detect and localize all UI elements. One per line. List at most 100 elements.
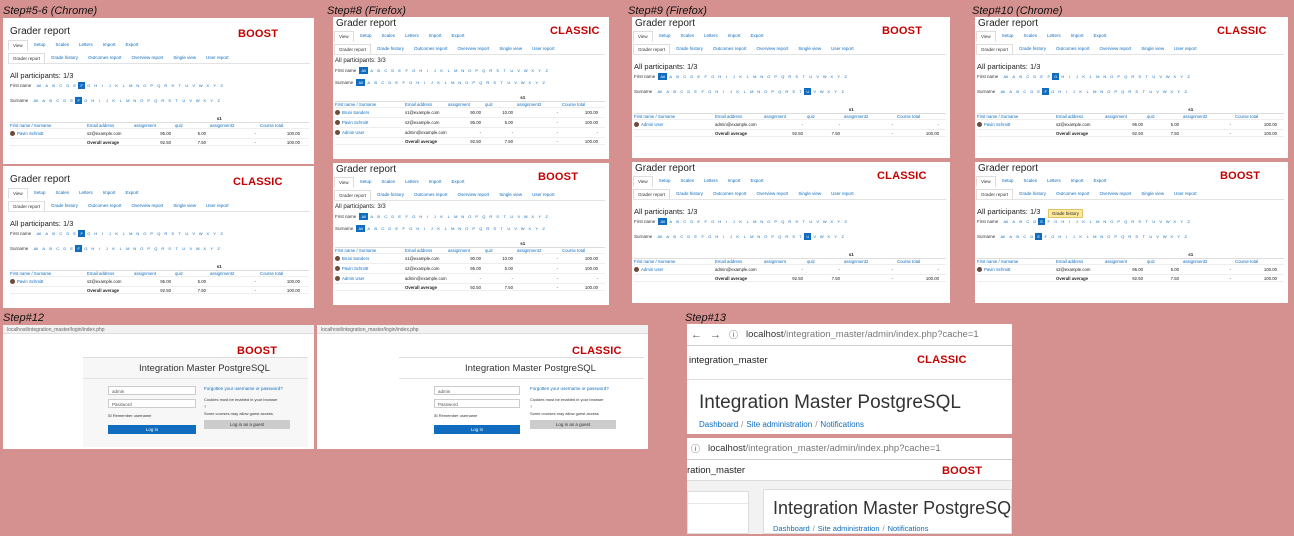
tab-grade-history[interactable]: Grade history xyxy=(1015,189,1050,199)
initial-s[interactable]: S xyxy=(494,213,501,220)
initial-o[interactable]: O xyxy=(1108,218,1115,225)
initial-s[interactable]: S xyxy=(494,67,501,74)
initial-p[interactable]: P xyxy=(148,230,155,237)
initial-c[interactable]: C xyxy=(382,67,389,74)
initial-all[interactable]: All xyxy=(31,97,40,104)
initial-b[interactable]: B xyxy=(671,233,678,240)
tab-grader-report[interactable]: Grader report xyxy=(976,44,1014,54)
tab-view[interactable]: View xyxy=(633,31,653,42)
column-header[interactable]: assignment xyxy=(134,271,175,276)
initial-h[interactable]: H xyxy=(1059,218,1066,225)
column-header[interactable]: quiz xyxy=(175,271,210,276)
initial-e[interactable]: E xyxy=(1038,73,1045,80)
column-header[interactable]: Course total xyxy=(897,259,943,264)
initial-z[interactable]: Z xyxy=(215,245,222,252)
initial-m[interactable]: M xyxy=(748,233,755,240)
initial-a[interactable]: A xyxy=(667,73,674,80)
initial-z[interactable]: Z xyxy=(1182,88,1189,95)
tab-setup[interactable]: Setup xyxy=(356,177,376,188)
initial-c[interactable]: C xyxy=(678,88,685,95)
initial-u[interactable]: U xyxy=(1147,233,1154,240)
initial-l[interactable]: L xyxy=(120,82,127,89)
tab-scales[interactable]: Scales xyxy=(51,188,73,199)
tab-view[interactable]: View xyxy=(976,31,996,42)
initial-j[interactable]: J xyxy=(428,225,435,232)
initial-p[interactable]: P xyxy=(769,88,776,95)
grade-cell[interactable]: 95.00 xyxy=(1105,122,1147,127)
initial-x[interactable]: X xyxy=(204,82,211,89)
student-name[interactable]: Admin User xyxy=(634,267,715,273)
initial-v[interactable]: V xyxy=(512,225,519,232)
tab-export[interactable]: Export xyxy=(1090,176,1111,187)
forgot-link[interactable]: Forgotten your username or password? xyxy=(530,386,609,391)
grade-cell[interactable]: 100.00 xyxy=(260,131,304,136)
column-header[interactable]: assignment xyxy=(1105,114,1147,119)
initial-i[interactable]: I xyxy=(421,225,428,232)
initial-q[interactable]: Q xyxy=(477,79,484,86)
grade-cell[interactable]: - xyxy=(562,130,602,135)
initial-a[interactable]: A xyxy=(368,67,375,74)
initial-x[interactable]: X xyxy=(526,79,533,86)
initial-p[interactable]: P xyxy=(769,233,776,240)
address-bar[interactable]: localhost/integration_master/admin/index… xyxy=(746,329,979,340)
breadcrumb-dashboard[interactable]: Dashboard xyxy=(773,524,810,533)
address-bar[interactable]: localhost/integration_master/admin/index… xyxy=(708,443,941,454)
initial-s[interactable]: S xyxy=(1133,233,1140,240)
column-header[interactable]: assignment2 xyxy=(517,102,562,107)
initial-t[interactable]: T xyxy=(800,73,807,80)
initial-n[interactable]: N xyxy=(459,67,466,74)
initial-a[interactable]: A xyxy=(43,82,50,89)
initial-j[interactable]: J xyxy=(431,67,438,74)
initial-f[interactable]: F xyxy=(75,245,83,252)
initial-x[interactable]: X xyxy=(529,67,536,74)
grade-cell[interactable]: - xyxy=(807,122,844,127)
tab-grader-report[interactable]: Grader report xyxy=(8,53,46,63)
grade-cell[interactable]: - xyxy=(517,120,562,125)
initial-q[interactable]: Q xyxy=(1122,73,1129,80)
initial-p[interactable]: P xyxy=(1112,233,1119,240)
tab-outcomes-report[interactable]: Outcomes report xyxy=(84,53,126,63)
initial-b[interactable]: B xyxy=(372,225,379,232)
initial-q[interactable]: Q xyxy=(776,88,783,95)
initial-d[interactable]: D xyxy=(64,230,71,237)
initial-y[interactable]: Y xyxy=(533,79,540,86)
initial-v[interactable]: V xyxy=(190,82,197,89)
initial-u[interactable]: U xyxy=(183,230,190,237)
grade-cell[interactable]: 100.00 xyxy=(562,256,602,261)
tab-import[interactable]: Import xyxy=(724,176,745,187)
initial-p[interactable]: P xyxy=(473,213,480,220)
tab-outcomes-report[interactable]: Outcomes report xyxy=(1052,189,1094,199)
initial-m[interactable]: M xyxy=(751,73,758,80)
initial-l[interactable]: L xyxy=(117,245,124,252)
initial-e[interactable]: E xyxy=(396,213,403,220)
initial-k[interactable]: K xyxy=(1077,233,1084,240)
initial-u[interactable]: U xyxy=(180,97,187,104)
initial-e[interactable]: E xyxy=(393,79,400,86)
column-header[interactable]: assignment xyxy=(764,259,807,264)
initial-a[interactable]: A xyxy=(664,88,671,95)
initial-v[interactable]: V xyxy=(1157,73,1164,80)
column-header[interactable]: assignment2 xyxy=(844,259,897,264)
tab-grader-report[interactable]: Grader report xyxy=(633,44,671,54)
initial-p[interactable]: P xyxy=(1115,218,1122,225)
initial-s[interactable]: S xyxy=(790,233,797,240)
initial-p[interactable]: P xyxy=(1115,73,1122,80)
initial-i[interactable]: I xyxy=(99,230,106,237)
initial-x[interactable]: X xyxy=(1168,233,1175,240)
initial-h[interactable]: H xyxy=(713,88,720,95)
tab-grade-history[interactable]: Grade history xyxy=(373,44,408,54)
initial-z[interactable]: Z xyxy=(218,230,225,237)
grade-cell[interactable]: - xyxy=(517,276,562,281)
initial-x[interactable]: X xyxy=(1168,88,1175,95)
breadcrumb-site-admin[interactable]: Site administration xyxy=(818,524,880,533)
column-header[interactable]: First name / Surname xyxy=(10,123,87,128)
initial-r[interactable]: R xyxy=(159,245,166,252)
column-header[interactable]: Course total xyxy=(897,114,943,119)
initial-q[interactable]: Q xyxy=(152,245,159,252)
initial-g[interactable]: G xyxy=(709,218,716,225)
initial-v[interactable]: V xyxy=(1157,218,1164,225)
initial-q[interactable]: Q xyxy=(480,67,487,74)
initial-v[interactable]: V xyxy=(187,97,194,104)
initial-n[interactable]: N xyxy=(758,218,765,225)
column-header[interactable]: assignment2 xyxy=(1183,259,1235,264)
